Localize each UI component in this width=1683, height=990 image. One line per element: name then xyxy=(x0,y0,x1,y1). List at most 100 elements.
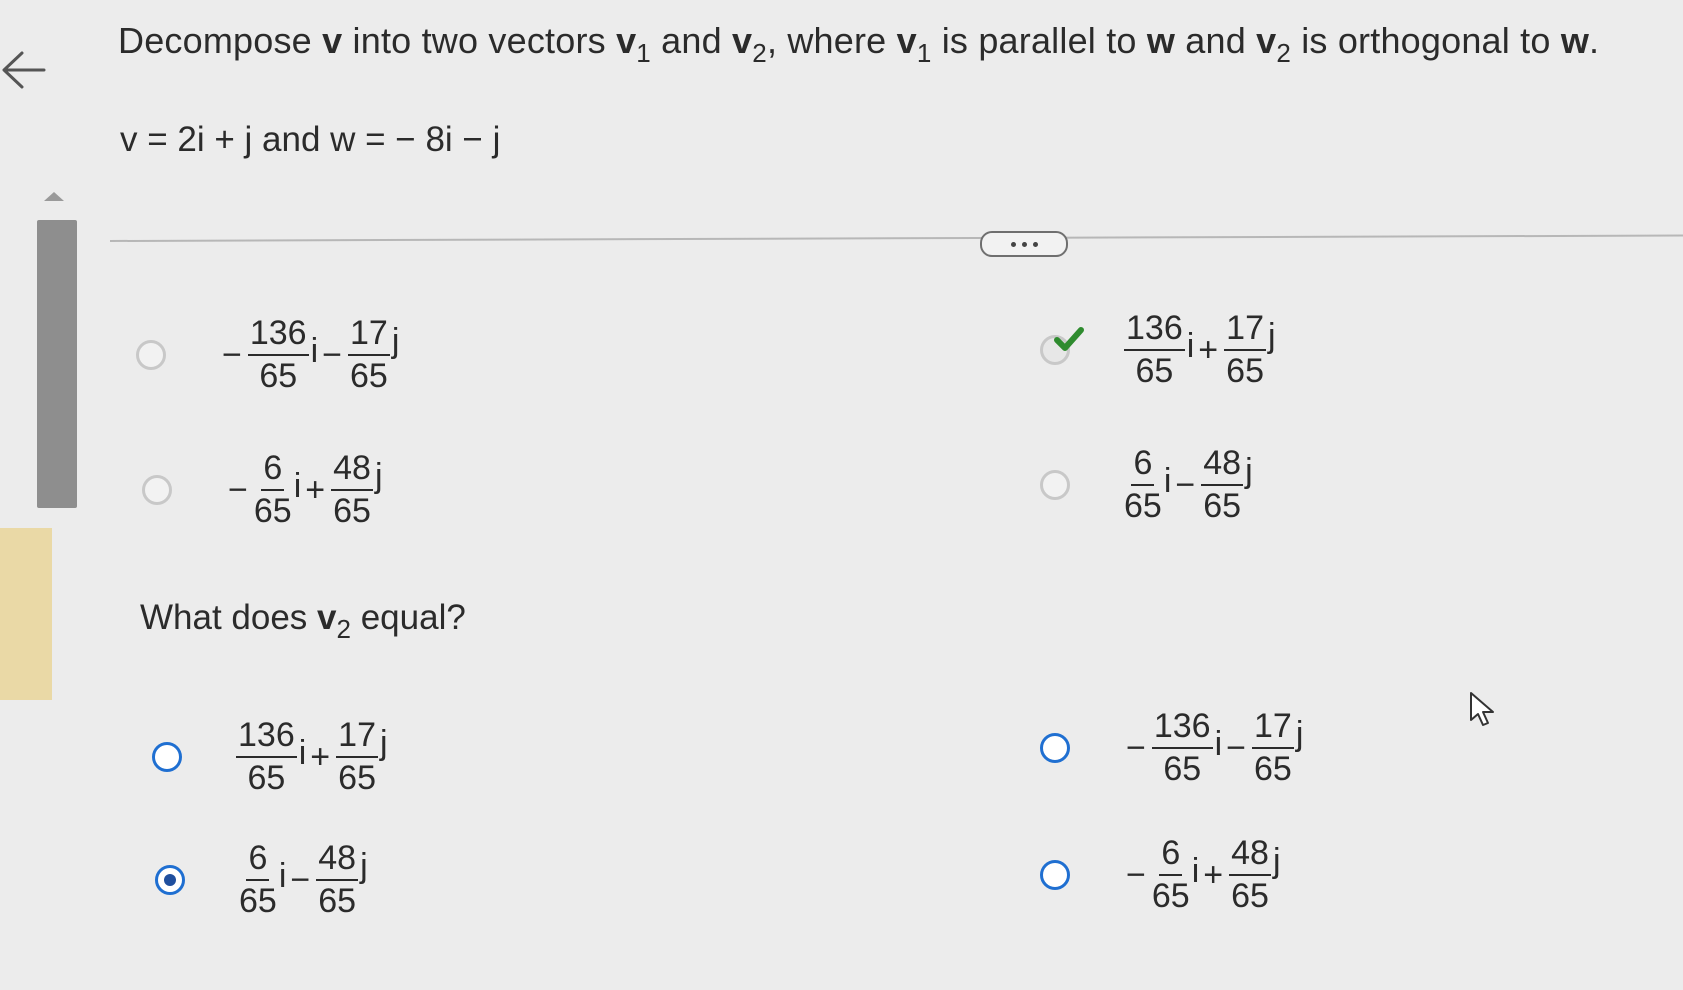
part2-option-2[interactable]: −136 65 i −17 65 j xyxy=(1040,707,1304,789)
sign: − xyxy=(1126,855,1146,894)
part2-option-4[interactable]: −6 65 i +48 65 j xyxy=(1040,834,1281,916)
operator: + xyxy=(310,737,331,776)
part1-option-4[interactable]: 6 65 i −48 65 j xyxy=(1040,444,1253,526)
radio-button[interactable] xyxy=(152,742,182,773)
unit-vector-i: i xyxy=(1214,724,1223,763)
fraction-numerator: 6 xyxy=(261,449,285,492)
unit-vector-i: i xyxy=(293,466,302,505)
problem-instruction: Decompose v into two vectors v1 and v2, … xyxy=(118,20,1600,68)
radio-button[interactable] xyxy=(1040,860,1070,891)
sign: − xyxy=(222,335,242,374)
fraction: 136 65 xyxy=(247,314,309,396)
fraction: 6 65 xyxy=(1151,834,1190,916)
fraction-denominator: 65 xyxy=(333,492,371,531)
fraction: 136 65 xyxy=(1151,707,1213,789)
fraction-denominator: 65 xyxy=(318,882,357,921)
sign: − xyxy=(1126,728,1146,767)
fraction: 17 65 xyxy=(336,716,378,798)
given-vectors: v = 2i + j and w = − 8i − j xyxy=(120,120,501,159)
radio-button-selected[interactable] xyxy=(155,865,185,896)
fraction: 48 65 xyxy=(1201,444,1244,526)
section-divider xyxy=(109,234,1683,242)
operator: − xyxy=(1175,465,1196,504)
fraction-numerator: 17 xyxy=(1252,707,1294,750)
fraction-numerator: 6 xyxy=(1159,834,1183,877)
fraction-numerator: 136 xyxy=(1124,309,1185,352)
ellipsis-icon xyxy=(1010,241,1016,247)
fraction: 6 65 xyxy=(239,839,277,921)
fraction-denominator: 65 xyxy=(259,357,298,396)
fraction-numerator: 136 xyxy=(236,716,297,759)
fraction-denominator: 65 xyxy=(1124,487,1162,526)
unit-vector-i: i xyxy=(278,856,287,895)
unit-vector-i: i xyxy=(1191,851,1200,890)
radio-button[interactable] xyxy=(1040,327,1084,366)
fraction-numerator: 17 xyxy=(336,716,378,759)
fraction-denominator: 65 xyxy=(1151,877,1190,916)
fraction: 136 65 xyxy=(1124,309,1185,391)
unit-vector-j: j xyxy=(1272,841,1281,880)
fraction: 17 65 xyxy=(348,314,390,396)
fraction-denominator: 65 xyxy=(338,759,376,798)
unit-vector-i: i xyxy=(310,331,319,370)
radio-button[interactable] xyxy=(1040,470,1070,501)
option-expression: 136 65 i +17 65 j xyxy=(234,716,388,798)
fraction-denominator: 65 xyxy=(1254,750,1292,789)
radio-button[interactable] xyxy=(1040,733,1070,764)
unit-vector-j: j xyxy=(1245,451,1253,490)
unit-vector-j: j xyxy=(1295,714,1304,753)
back-arrow-icon[interactable] xyxy=(0,50,46,90)
fraction-numerator: 48 xyxy=(1201,444,1244,487)
operator: + xyxy=(1198,330,1219,369)
fraction-denominator: 65 xyxy=(1203,487,1242,526)
unit-vector-j: j xyxy=(374,456,383,495)
part2-option-3[interactable]: 6 65 i −48 65 j xyxy=(155,839,368,921)
fraction: 48 65 xyxy=(1229,834,1271,916)
option-expression: −6 65 i +48 65 j xyxy=(224,449,383,531)
part1-option-2[interactable]: 136 65 i +17 65 j xyxy=(1040,309,1276,391)
fraction: 48 65 xyxy=(331,449,373,531)
option-expression: −136 65 i −17 65 j xyxy=(1122,707,1304,789)
operator: + xyxy=(305,470,326,509)
question-v2: What does v2 equal? xyxy=(140,598,466,644)
checkmark-icon xyxy=(1054,327,1084,352)
fraction-numerator: 6 xyxy=(246,839,270,882)
fraction-numerator: 17 xyxy=(1224,309,1266,352)
unit-vector-j: j xyxy=(379,723,388,762)
fraction: 136 65 xyxy=(236,716,297,798)
fraction-numerator: 136 xyxy=(247,314,309,357)
mouse-pointer-icon xyxy=(1470,692,1494,726)
radio-button[interactable] xyxy=(142,475,172,506)
fraction-denominator: 65 xyxy=(1226,352,1264,391)
option-expression: −136 65 i −17 65 j xyxy=(218,314,399,396)
unit-vector-i: i xyxy=(1163,461,1172,500)
fraction-denominator: 65 xyxy=(253,492,292,531)
fraction-numerator: 6 xyxy=(1131,444,1155,487)
radio-button[interactable] xyxy=(136,340,166,371)
option-expression: 136 65 i +17 65 j xyxy=(1122,309,1276,391)
fraction: 48 65 xyxy=(316,839,359,921)
part1-option-3[interactable]: −6 65 i +48 65 j xyxy=(142,449,383,531)
fraction-denominator: 65 xyxy=(350,357,388,396)
operator: + xyxy=(1203,855,1224,894)
sign: − xyxy=(228,470,248,509)
operator: − xyxy=(1226,728,1247,767)
scroll-up-arrow-icon[interactable] xyxy=(44,192,64,201)
part1-option-1[interactable]: −136 65 i −17 65 j xyxy=(136,314,399,396)
operator: − xyxy=(290,860,311,899)
part2-option-1[interactable]: 136 65 i +17 65 j xyxy=(152,716,388,798)
operator: − xyxy=(322,335,343,374)
fraction: 6 65 xyxy=(1124,444,1162,526)
fraction-denominator: 65 xyxy=(1163,750,1202,789)
option-expression: 6 65 i −48 65 j xyxy=(1122,444,1253,526)
unit-vector-i: i xyxy=(1186,326,1195,365)
scrollbar-thumb[interactable] xyxy=(37,220,77,508)
fraction-numerator: 48 xyxy=(316,839,359,882)
fraction: 6 65 xyxy=(253,449,292,531)
fraction-numerator: 17 xyxy=(348,314,390,357)
fraction-numerator: 48 xyxy=(331,449,373,492)
more-options-button[interactable] xyxy=(980,231,1068,257)
fraction-denominator: 65 xyxy=(1135,352,1174,391)
unit-vector-j: j xyxy=(1267,316,1276,355)
fraction: 17 65 xyxy=(1224,309,1266,391)
